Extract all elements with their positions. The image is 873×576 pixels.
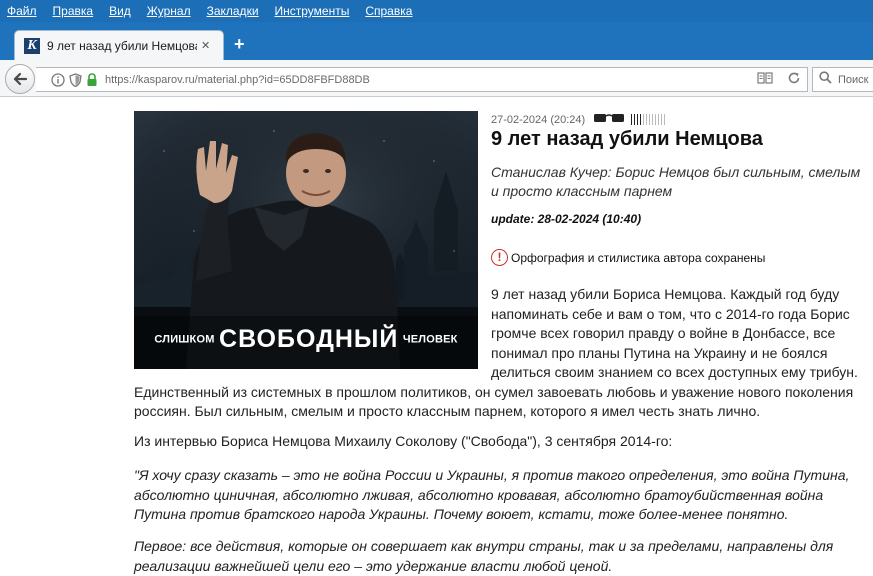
rating-bar — [658, 114, 660, 125]
article-date: 27-02-2024 (20:24) — [491, 113, 586, 126]
lead-line-3: громче всех говорил правду о войне в Дон… — [491, 325, 836, 341]
address-bar[interactable]: https://kasparov.ru/material.php?id=65DD… — [36, 67, 808, 92]
rating-bar — [646, 114, 648, 125]
menu-history[interactable]: Журнал — [147, 4, 191, 18]
quote-paragraph-1: "Я хочу сразу сказать – это не война Рос… — [134, 467, 850, 522]
menu-view[interactable]: Вид — [109, 4, 131, 18]
image-caption: СЛИШКОМ СВОБОДНЫЙ ЧЕЛОВЕК — [134, 325, 478, 354]
tab-close-icon[interactable]: ✕ — [201, 39, 210, 52]
tracking-shield-icon[interactable] — [69, 72, 82, 87]
rating-bar — [634, 114, 636, 125]
lead-line-1: 9 лет назад убили Бориса Немцова. Каждый… — [491, 286, 840, 302]
reload-icon[interactable] — [787, 71, 801, 85]
article-meta: 27-02-2024 (20:24) — [491, 112, 667, 127]
rating-bar — [652, 114, 654, 125]
rating-bar — [661, 114, 663, 125]
back-button[interactable] — [5, 64, 35, 94]
article-title: 9 лет назад убили Немцова — [491, 128, 763, 150]
lead-line-4: понимал про планы Путина на Украину и не… — [491, 344, 828, 361]
article-photo: СЛИШКОМ СВОБОДНЫЙ ЧЕЛОВЕК — [134, 111, 478, 369]
quote-paragraph-2: Первое: все действия, которые он соверша… — [134, 538, 834, 574]
article-update-date: update: 28-02-2024 (10:40) — [491, 212, 642, 226]
secure-lock-icon[interactable] — [86, 72, 98, 87]
rating-bar — [637, 114, 639, 125]
glasses-icon — [593, 112, 625, 127]
rating-bar — [655, 114, 657, 125]
search-box[interactable]: Поиск — [812, 67, 873, 92]
lead-line-2: напоминать себе и вам о том, что с 2014-… — [491, 305, 850, 322]
rating-bar — [664, 114, 666, 125]
notice-text: Орфография и стилистика автора сохранены — [511, 250, 766, 265]
rating-bar — [649, 114, 651, 125]
reader-view-icon[interactable] — [757, 71, 773, 85]
rating-bars — [631, 114, 667, 125]
tab-title: 9 лет назад убили Немцова ... — [47, 38, 197, 53]
back-arrow-icon — [13, 72, 28, 86]
lead-continuation: Единственный из системных в прошлом поли… — [134, 383, 854, 420]
rating-bar — [643, 114, 645, 125]
article-subtitle: Станислав Кучер: Борис Немцов был сильны… — [491, 164, 861, 199]
navigation-bar: https://kasparov.ru/material.php?id=65DD… — [0, 60, 873, 97]
image-caption-left: СЛИШКОМ — [154, 333, 215, 346]
image-caption-big: СВОБОДНЫЙ — [219, 325, 399, 353]
image-caption-right: ЧЕЛОВЕК — [402, 333, 458, 346]
new-tab-button[interactable]: + — [234, 34, 245, 55]
menu-bookmarks[interactable]: Закладки — [207, 4, 259, 18]
rating-bar — [631, 114, 633, 125]
menu-file[interactable]: Файл — [7, 4, 37, 18]
menu-edit[interactable]: Правка — [53, 4, 94, 18]
search-placeholder: Поиск — [838, 73, 869, 86]
lead-line-5: делиться своим знанием со всех доступных… — [491, 364, 858, 380]
site-favicon-icon: K — [24, 37, 40, 54]
menu-bar: Файл Правка Вид Журнал Закладки Инструме… — [0, 0, 873, 22]
author-style-notice: ! Орфография и стилистика автора сохране… — [491, 249, 765, 266]
search-icon — [819, 70, 832, 89]
menu-tools[interactable]: Инструменты — [275, 4, 350, 18]
interview-intro: Из интервью Бориса Немцова Михаилу Сокол… — [134, 433, 673, 449]
rating-bar — [640, 114, 642, 125]
menu-help[interactable]: Справка — [365, 4, 412, 18]
url-text[interactable]: https://kasparov.ru/material.php?id=65DD… — [105, 74, 370, 86]
page-info-icon[interactable] — [51, 72, 65, 87]
tab-active[interactable]: K 9 лет назад убили Немцова ... ✕ — [14, 30, 224, 60]
tab-strip: K 9 лет назад убили Немцова ... ✕ + — [0, 22, 873, 60]
warning-icon: ! — [491, 249, 508, 266]
